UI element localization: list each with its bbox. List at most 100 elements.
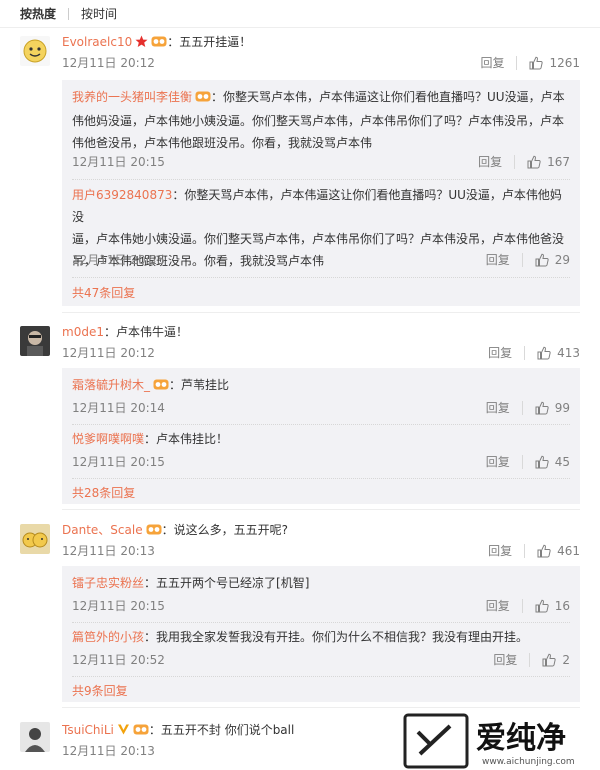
comment-time: 12月11日 20:13 [62,744,155,758]
comment-thread: m0de1：卢本伟牛逼！ 12月11日 20:12 回复 413 霜落毓升树木_… [0,316,600,510]
like-count: 45 [554,455,570,469]
reply-line: ：我用我全家发誓我没有开挂。你们为什么不相信我？我没有理由开挂。 [144,630,529,644]
thumbs-up-icon [537,544,551,558]
reply-time: 12月11日 20:15 [72,155,165,169]
comment-username[interactable]: Dante、Scale [62,523,143,537]
fan-badge-icon [195,88,211,110]
avatar[interactable] [20,326,50,356]
comment-username[interactable]: m0de1 [62,325,104,339]
thumbs-up-icon [527,155,541,169]
thumbs-up-icon [535,599,549,613]
reply-text: 我养的一头猪叫李佳衡 ：你整天骂卢本伟，卢本伟逼这让你们看他直播吗？UU没逼，卢本… [72,86,570,154]
action-divider [524,544,526,558]
comment-line: m0de1：卢本伟牛逼！ [62,324,580,340]
reply-meta: 12月11日 20:15 回复 16 [72,598,580,614]
reply-box: 我养的一头猪叫李佳衡 ：你整天骂卢本伟，卢本伟逼这让你们看他直播吗？UU没逼，卢本… [62,80,580,306]
comment-text: ：五五开不封 你们说个ball [148,723,295,737]
like-button[interactable]: 16 [535,598,570,614]
reply-username[interactable]: 镭子忠实粉丝 [72,576,144,590]
reply-text: 镭子忠实粉丝：五五开两个号已经凉了[机智] [72,572,570,594]
sort-by-time-tab[interactable]: 按时间 [81,5,117,22]
like-button[interactable]: 1261 [529,55,580,71]
avatar[interactable] [20,722,50,752]
reply-text: 霜落毓升树木_ ：芦苇挂比 [72,374,570,398]
reply-button[interactable]: 回复 [488,543,512,559]
comment-username[interactable]: TsuiChiLi [62,723,114,737]
reply-meta: 12月11日 20:14 回复 99 [72,400,580,416]
comment-time: 12月11日 20:12 [62,346,155,360]
more-replies-link[interactable]: 共9条回复 [72,682,128,699]
fan-badge-icon [151,35,167,52]
reply-box: 镭子忠实粉丝：五五开两个号已经凉了[机智] 12月11日 20:15 回复 16… [62,566,580,702]
action-divider [521,401,523,415]
sort-divider [68,7,70,20]
watermark-url: www.aichunjing.com [482,757,575,767]
thread-divider [62,509,580,510]
reply-meta: 12月11日 20:52 回复 2 [72,652,580,668]
reply-button[interactable]: 回复 [488,345,512,361]
reply-meta: 12月11日 20:15 回复 45 [72,454,580,470]
reply-button[interactable]: 回复 [486,252,510,268]
reply-meta: 12月11日 20:25 回复 29 [72,252,580,268]
action-divider [521,455,523,469]
comment-meta: 12月11日 20:13 [62,743,390,759]
like-count: 461 [557,544,580,558]
reply-button[interactable]: 回复 [486,598,510,614]
more-replies-link[interactable]: 共28条回复 [72,484,135,501]
reply-username[interactable]: 悦爹啊噗啊噗 [72,432,144,446]
site-logo-icon: 爱纯净 www.aichunjing.com [403,713,575,769]
reply-divider [72,478,570,479]
reply-line: ：五五开两个号已经凉了[机智] [144,576,310,590]
comment-meta: 12月11日 20:12 回复 1261 [62,55,580,71]
like-count: 29 [554,253,570,267]
reply-divider [72,179,570,180]
like-count: 413 [557,346,580,360]
like-count: 16 [554,599,570,613]
like-button[interactable]: 167 [527,154,570,170]
action-divider [514,155,516,169]
reply-divider [72,676,570,677]
comment-thread: Dante、Scale ：说这么多，五五开呢? 12月11日 20:13 回复 4… [0,514,600,708]
like-button[interactable]: 2 [542,652,570,668]
action-divider [524,346,526,360]
reply-time: 12月11日 20:25 [72,253,165,267]
reply-line: 伟他爸没吊，卢本伟他跟班没吊。你看，我就没骂卢本伟 [72,136,373,150]
more-replies-link[interactable]: 共47条回复 [72,284,135,301]
sort-bar: 按热度 按时间 [0,0,600,28]
reply-button[interactable]: 回复 [486,400,510,416]
thumbs-up-icon [535,455,549,469]
comment-username[interactable]: Evolraelc10 [62,35,132,49]
reply-button[interactable]: 回复 [480,55,504,71]
like-button[interactable]: 45 [535,454,570,470]
comment-line: Dante、Scale ：说这么多，五五开呢? [62,522,580,540]
action-divider [516,56,518,70]
reply-username[interactable]: 霜落毓升树木_ [72,378,150,392]
comment-text: ：说这么多，五五开呢? [161,523,288,537]
sort-by-hot-tab[interactable]: 按热度 [20,5,56,22]
fan-badge-icon [146,523,162,540]
thumbs-up-icon [535,401,549,415]
reply-username[interactable]: 用户6392840873 [72,188,172,202]
like-button[interactable]: 29 [535,252,570,268]
like-button[interactable]: 461 [537,543,580,559]
reply-divider [72,277,570,278]
avatar[interactable] [20,36,50,66]
reply-username[interactable]: 篇笆外的小孩 [72,630,144,644]
like-count: 1261 [549,56,580,70]
reply-line: 逼，卢本伟她小姨没逼。你们整天骂卢本伟，卢本伟吊你们了吗？卢本伟没吊，卢本伟他爸… [72,232,565,246]
action-divider [529,653,531,667]
like-button[interactable]: 99 [535,400,570,416]
reply-button[interactable]: 回复 [486,454,510,470]
avatar[interactable] [20,524,50,554]
reply-line: 伟他妈没逼，卢本伟她小姨没逼。你们整天骂卢本伟，卢本伟吊你们了吗？卢本伟没吊，卢… [72,114,565,128]
reply-button[interactable]: 回复 [493,652,517,668]
reply-button[interactable]: 回复 [478,154,502,170]
like-count: 2 [562,653,570,667]
reply-text: 篇笆外的小孩：我用我全家发誓我没有开挂。你们为什么不相信我？我没有理由开挂。 [72,626,570,648]
thumbs-up-icon [529,56,544,70]
action-divider [521,599,523,613]
like-button[interactable]: 413 [537,345,580,361]
reply-meta: 12月11日 20:15 回复 167 [72,154,580,170]
reply-username[interactable]: 我养的一头猪叫李佳衡 [72,90,192,104]
like-count: 167 [547,155,570,169]
